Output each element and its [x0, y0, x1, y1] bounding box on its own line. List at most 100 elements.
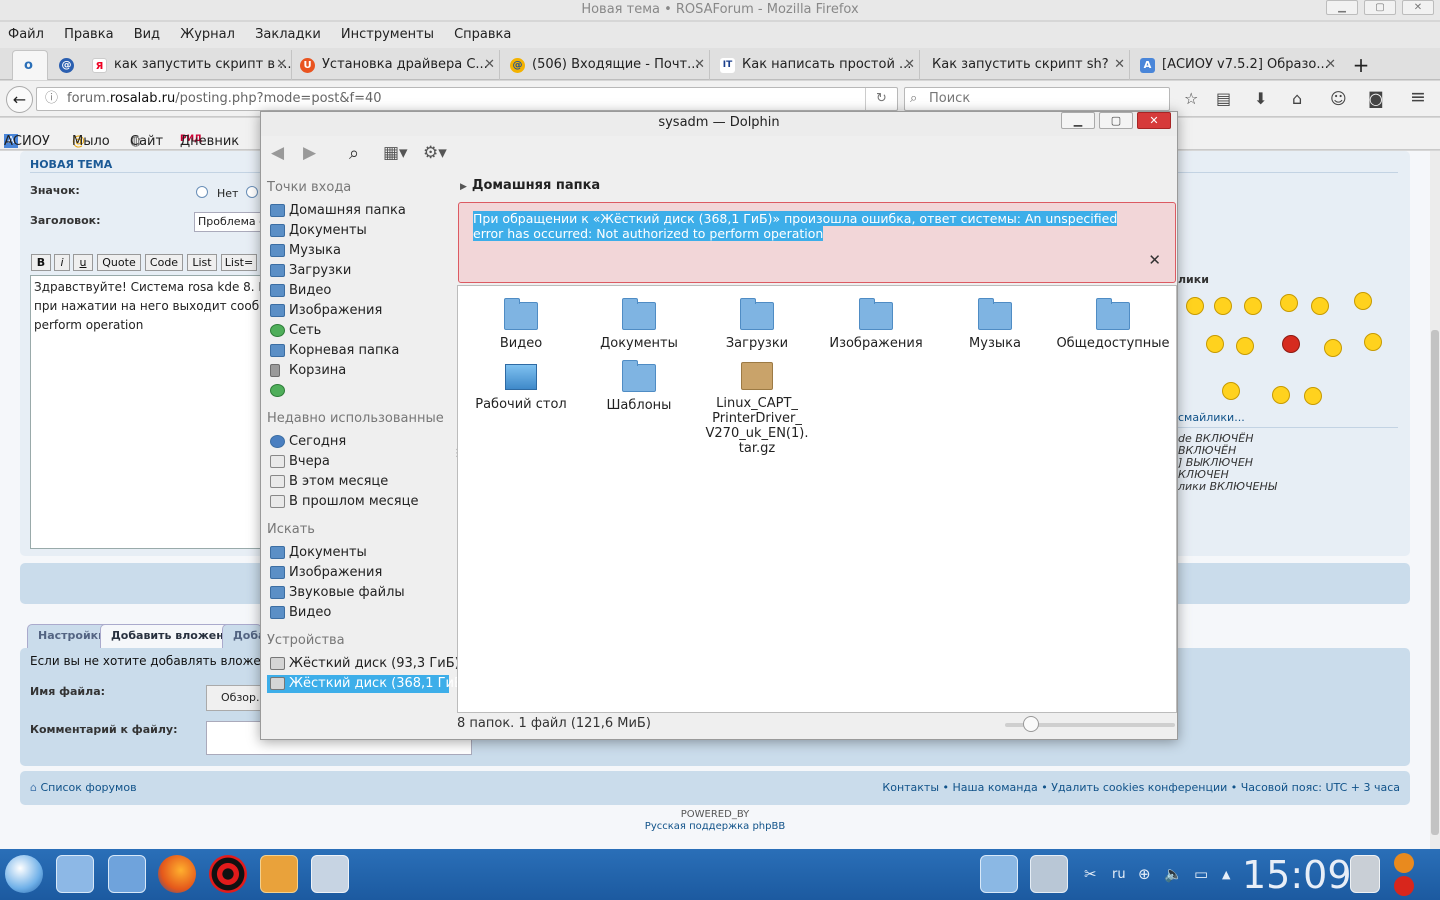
forward-arrow-icon[interactable]: ▶	[303, 143, 316, 163]
new-tab-icon[interactable]: +	[1346, 50, 1376, 80]
reload-icon[interactable]: ↻	[865, 88, 897, 110]
place-network[interactable]: Сеть	[267, 322, 449, 340]
minimize-button[interactable]: ▁	[1061, 112, 1095, 129]
back-arrow-icon[interactable]: ←	[6, 86, 33, 113]
menu-help[interactable]: Справка	[446, 22, 519, 48]
place-trash[interactable]: Корзина	[267, 362, 449, 380]
tab-3[interactable]: @ (506) Входящие - Почт... ✕	[504, 50, 710, 80]
tab-2[interactable]: U Установка драйвера С... ✕	[294, 50, 500, 80]
tab-close-icon[interactable]: ✕	[694, 50, 705, 80]
maximize-button[interactable]: ▢	[1364, 0, 1396, 15]
file-item-documents[interactable]: Документы	[580, 298, 698, 351]
tab-close-icon[interactable]: ✕	[276, 50, 287, 80]
search-video[interactable]: Видео	[267, 604, 449, 622]
tab-6[interactable]: A [АСИОУ v7.5.2] Образо... ✕	[1134, 50, 1340, 80]
library-icon[interactable]: ▤	[1216, 89, 1231, 108]
firefox-icon[interactable]	[158, 855, 196, 893]
smiley-icon[interactable]	[1311, 297, 1329, 315]
icon-radio[interactable]	[246, 186, 258, 198]
zoom-slider-handle[interactable]	[1022, 716, 1039, 732]
trash-icon[interactable]	[1350, 855, 1380, 893]
bookmark-star-icon[interactable]: ☆	[1184, 89, 1198, 108]
pocket-icon[interactable]: ◙	[1368, 89, 1384, 108]
scrollbar-thumb[interactable]	[1431, 330, 1439, 835]
tab-close-icon[interactable]: ✕	[1114, 50, 1125, 80]
smiley-icon[interactable]	[1364, 333, 1382, 351]
network-icon[interactable]: ⊕	[1138, 865, 1151, 883]
tab-pinned-2[interactable]: @	[52, 50, 82, 80]
scanner-icon[interactable]	[311, 855, 349, 893]
quote-button[interactable]: Quote	[97, 254, 141, 271]
underline-button[interactable]: u	[73, 254, 93, 271]
tab-1[interactable]: Я как запустить скрипт в ... ✕	[86, 50, 292, 80]
smiley-icon[interactable]	[1324, 339, 1342, 357]
code-button[interactable]: Code	[145, 254, 183, 271]
search-documents[interactable]: Документы	[267, 544, 449, 562]
forum-index-link[interactable]: ⌂ Список форумов	[30, 781, 137, 794]
place-home[interactable]: Домашняя папка	[267, 202, 449, 220]
search-input[interactable]: ⌕ Поиск	[904, 87, 1170, 111]
support-link[interactable]: Русская поддержка phpBB	[0, 821, 1430, 832]
place-videos[interactable]: Видео	[267, 282, 449, 300]
maximize-button[interactable]: ▢	[1099, 112, 1133, 129]
smiley-icon[interactable]	[1354, 292, 1372, 310]
browse-button[interactable]: Обзор...	[206, 685, 266, 711]
tab-close-icon[interactable]: ✕	[1325, 50, 1336, 80]
clock[interactable]: 15:09	[1242, 853, 1352, 897]
file-item-desktop[interactable]: Рабочий стол	[462, 364, 580, 412]
lock-icon[interactable]	[1394, 853, 1414, 873]
place-downloads[interactable]: Загрузки	[267, 262, 449, 280]
close-icon[interactable]: ✕	[1148, 251, 1161, 269]
footer-links[interactable]: Контакты • Наша команда • Удалить cookie…	[882, 781, 1400, 794]
keyboard-layout-indicator[interactable]: ru	[1112, 867, 1126, 882]
tray-expand-icon[interactable]: ▲	[1222, 868, 1230, 881]
chat-icon[interactable]: ☺	[1330, 89, 1347, 108]
file-item-music[interactable]: Музыка	[936, 298, 1054, 351]
menu-edit[interactable]: Правка	[56, 22, 121, 48]
smiley-icon[interactable]	[1214, 297, 1232, 315]
recent-yesterday[interactable]: Вчера	[267, 453, 449, 471]
place-pictures[interactable]: Изображения	[267, 302, 449, 320]
file-item-templates[interactable]: Шаблоны	[580, 360, 698, 413]
menu-bookmarks[interactable]: Закладки	[247, 22, 329, 48]
italic-button[interactable]: i	[54, 254, 70, 271]
downloads-icon[interactable]: ⬇	[1254, 89, 1267, 108]
system-settings-icon[interactable]	[1030, 855, 1068, 893]
file-item-archive[interactable]: Linux_CAPT_ PrinterDriver_ V270_uk_EN(1)…	[698, 362, 816, 456]
tab-4[interactable]: IT Как написать простой ... ✕	[714, 50, 920, 80]
device-disk-368[interactable]: Жёсткий диск (368,1 ГиБ)	[267, 675, 468, 693]
search-icon[interactable]: ⌕	[349, 143, 359, 164]
recent-last-month[interactable]: В прошлом месяце	[267, 493, 449, 511]
file-manager-icon[interactable]	[56, 855, 94, 893]
device-disk-93[interactable]: Жёсткий диск (93,3 ГиБ)	[267, 655, 460, 673]
menu-file[interactable]: Файл	[0, 22, 52, 48]
icon-none-radio[interactable]	[196, 186, 208, 198]
message-textarea[interactable]: Здравствуйте! Система rosa kde 8. В при …	[30, 275, 270, 549]
settings-menu-icon[interactable]: ⚙▾	[423, 143, 447, 163]
minimize-button[interactable]: ▁	[1326, 0, 1358, 15]
breadcrumb[interactable]: ▶ Домашняя папка	[460, 178, 600, 193]
menu-tools[interactable]: Инструменты	[333, 22, 442, 48]
tab-close-icon[interactable]: ✕	[484, 50, 495, 80]
smiley-icon[interactable]	[1206, 335, 1224, 353]
file-item-public[interactable]: Общедоступные	[1048, 298, 1178, 351]
search-images[interactable]: Изображения	[267, 564, 449, 582]
smiley-icon[interactable]	[1186, 297, 1204, 315]
smiley-icon[interactable]	[1272, 386, 1290, 404]
close-button[interactable]: ✕	[1137, 112, 1171, 129]
tab-add[interactable]: Доба	[222, 624, 262, 648]
place-unnamed[interactable]	[267, 382, 449, 400]
bold-button[interactable]: B	[31, 254, 51, 271]
power-icon[interactable]	[1394, 876, 1414, 896]
archive-manager-icon[interactable]	[260, 855, 298, 893]
text-editor-icon[interactable]	[108, 855, 146, 893]
tab-close-icon[interactable]: ✕	[904, 50, 915, 80]
scissors-icon[interactable]: ✂	[1084, 865, 1097, 883]
file-item-downloads[interactable]: Загрузки	[698, 298, 816, 351]
more-smilies-link[interactable]: смайлики...	[1178, 411, 1245, 424]
search-audio[interactable]: Звуковые файлы	[267, 584, 449, 602]
close-button[interactable]: ✕	[1402, 0, 1434, 15]
menu-view[interactable]: Вид	[126, 22, 168, 48]
recent-this-month[interactable]: В этом месяце	[267, 473, 449, 491]
url-bar[interactable]: ⓘ forum.rosalab.ru/posting.php?mode=post…	[36, 87, 898, 111]
